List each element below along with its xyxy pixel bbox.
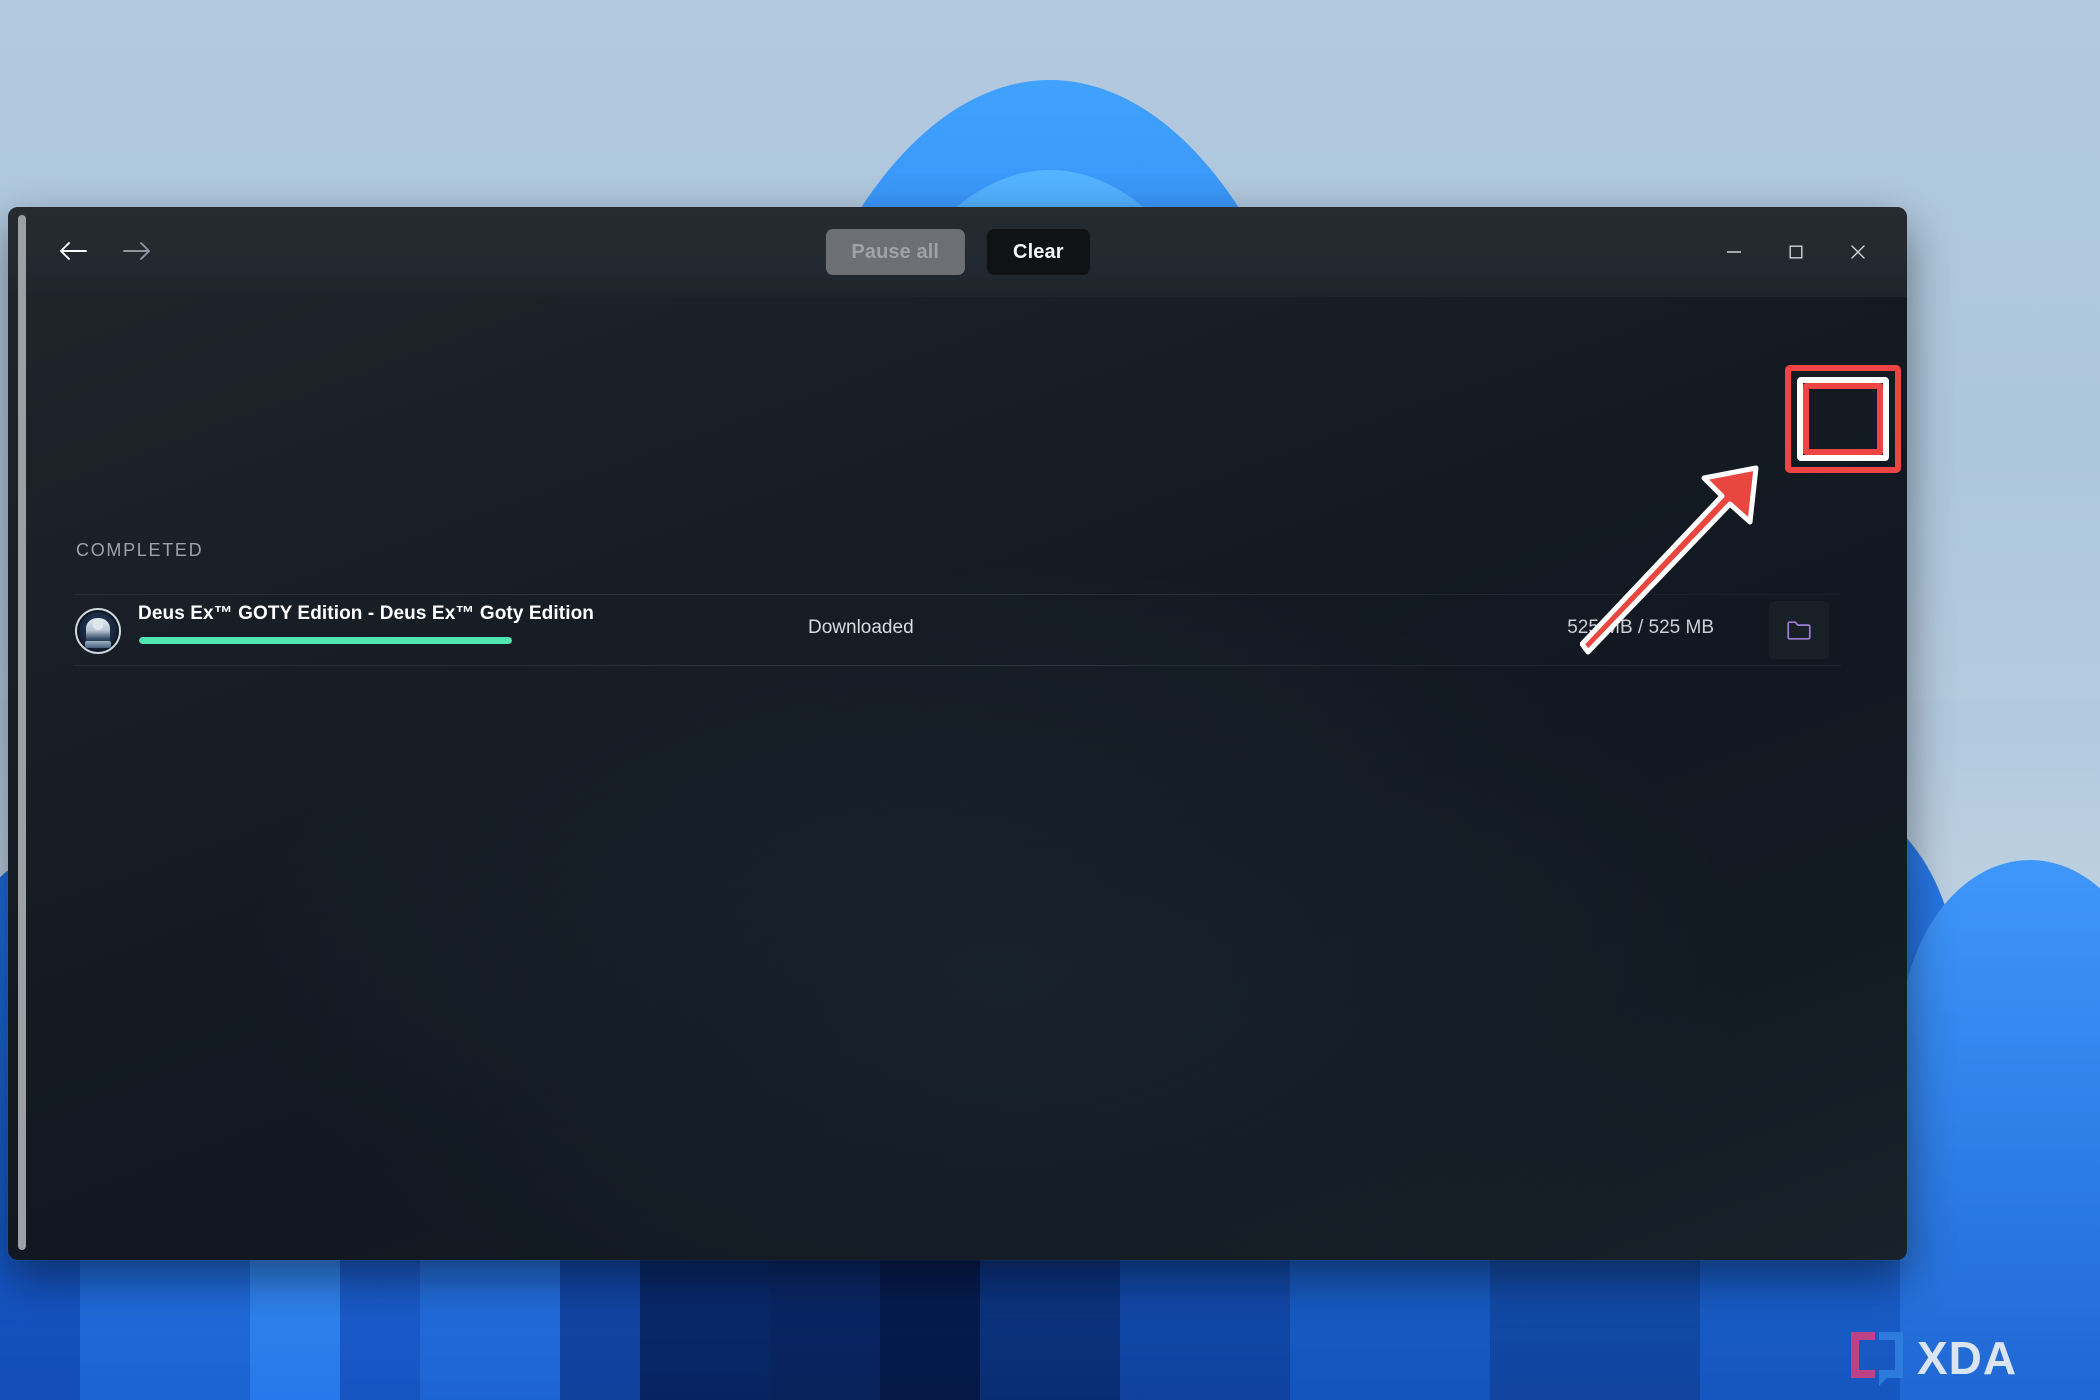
row-divider-bottom: [74, 665, 1841, 666]
window-controls: [1703, 207, 1889, 297]
close-button[interactable]: [1827, 221, 1889, 283]
vertical-scrollbar[interactable]: [18, 215, 26, 1250]
close-icon: [1851, 245, 1865, 259]
back-button[interactable]: [56, 234, 90, 268]
pause-all-button[interactable]: Pause all: [825, 229, 966, 275]
forward-button[interactable]: [120, 234, 154, 268]
downloads-content: COMPLETED Deus Ex™ GOTY Edition - Deus E…: [8, 297, 1907, 1260]
download-status: Downloaded: [808, 617, 914, 638]
window-titlebar: Pause all Clear: [8, 207, 1907, 297]
downloads-window: Pause all Clear COMPLETED Deus Ex™ GOTY …: [8, 207, 1907, 1260]
arrow-left-icon: [60, 242, 87, 260]
download-progress-fill: [139, 637, 512, 644]
minimize-icon: [1727, 251, 1741, 253]
titlebar-actions: Pause all Clear: [825, 229, 1090, 275]
clear-button[interactable]: Clear: [987, 229, 1090, 275]
folder-icon: [1787, 621, 1811, 640]
xda-watermark: XDA: [1851, 1332, 2017, 1386]
xda-watermark-label: XDA: [1917, 1332, 2017, 1384]
maximize-button[interactable]: [1765, 221, 1827, 283]
section-header-completed: COMPLETED: [76, 540, 204, 560]
minimize-button[interactable]: [1703, 221, 1765, 283]
download-title: Deus Ex™ GOTY Edition - Deus Ex™ Goty Ed…: [138, 603, 594, 624]
download-size: 525 MB / 525 MB: [1567, 617, 1714, 638]
download-row[interactable]: Deus Ex™ GOTY Edition - Deus Ex™ Goty Ed…: [8, 595, 1907, 665]
deus-ex-logo-icon: [75, 608, 121, 654]
arrow-right-icon: [123, 242, 150, 260]
folder-open-button[interactable]: [1769, 601, 1829, 659]
download-progress-bar: [139, 637, 512, 644]
maximize-icon: [1789, 245, 1803, 259]
